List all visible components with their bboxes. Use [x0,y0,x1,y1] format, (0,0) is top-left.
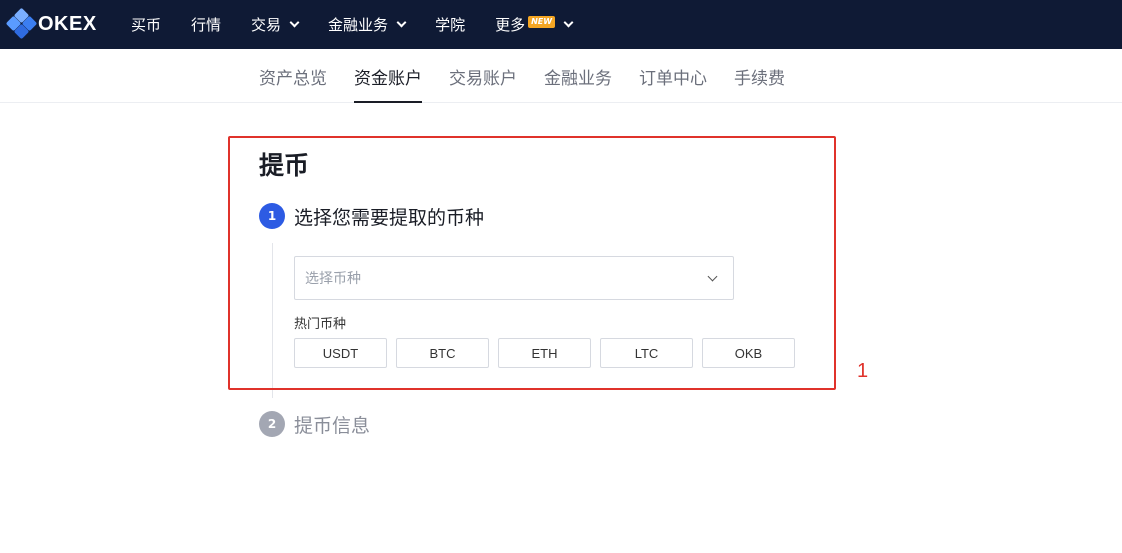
nav-item-label: 行情 [191,16,222,34]
tab-order-center[interactable]: 订单中心 [639,49,707,103]
main-nav: 买币 行情 交易 金融业务 学院 更多 NEW [131,0,602,49]
tab-trading-account[interactable]: 交易账户 [449,49,517,103]
chevron-down-icon [289,17,300,28]
nav-item-buy-crypto[interactable]: 买币 [131,14,161,35]
nav-item-trade[interactable]: 交易 [251,14,300,35]
nav-item-finance[interactable]: 金融业务 [328,14,407,35]
step-2-indicator: 2 [259,411,285,437]
hot-coins-list: USDT BTC ETH LTC OKB [294,338,804,368]
page-title: 提币 [259,151,310,180]
tab-asset-overview[interactable]: 资产总览 [259,49,327,103]
coin-select-dropdown[interactable]: 选择币种 [294,256,734,300]
coin-select-placeholder: 选择币种 [305,271,361,287]
annotation-number: 1 [857,360,869,382]
nav-item-markets[interactable]: 行情 [191,14,221,35]
coin-button-okb[interactable]: OKB [702,338,795,368]
nav-item-more[interactable]: 更多 NEW [495,14,574,35]
nav-item-label: 更多 [495,16,526,34]
step-1-indicator: 1 [259,203,285,229]
tab-finance[interactable]: 金融业务 [544,49,612,103]
nav-item-label: 买币 [131,16,162,34]
coin-button-ltc[interactable]: LTC [600,338,693,368]
brand-name: OKEX [38,12,97,35]
step-1-label: 选择您需要提取的币种 [294,207,485,229]
nav-item-academy[interactable]: 学院 [435,14,465,35]
hot-coins-label: 热门币种 [294,317,347,332]
account-subnav: 资产总览 资金账户 交易账户 金融业务 订单中心 手续费 [0,49,1122,103]
tab-fees[interactable]: 手续费 [734,49,785,103]
nav-item-label: 金融业务 [328,16,389,34]
step-connector-line [272,243,273,398]
okex-logo[interactable]: OKEX [5,7,97,40]
nav-item-label: 交易 [251,16,282,34]
coin-button-btc[interactable]: BTC [396,338,489,368]
chevron-down-icon [396,17,407,28]
new-badge: NEW [528,15,556,28]
top-navbar: OKEX 买币 行情 交易 金融业务 学院 更多 NEW [0,0,1122,49]
okex-logo-icon [5,7,38,40]
tab-funding-account[interactable]: 资金账户 [354,49,422,103]
chevron-down-icon [563,17,574,28]
step-2-label: 提币信息 [294,415,371,437]
coin-button-eth[interactable]: ETH [498,338,591,368]
chevron-down-icon [707,271,718,282]
coin-button-usdt[interactable]: USDT [294,338,387,368]
nav-item-label: 学院 [435,16,466,34]
